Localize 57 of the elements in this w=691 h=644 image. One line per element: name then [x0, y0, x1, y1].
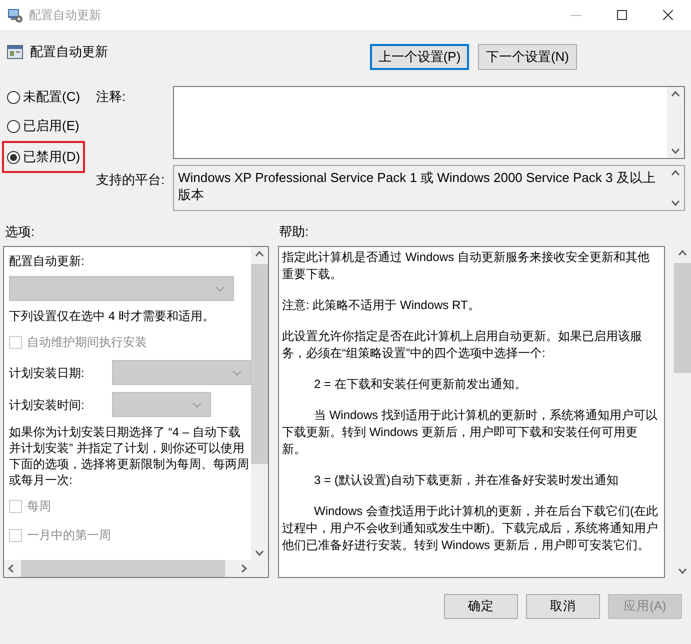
option-text: 如果你为计划安装日期选择了 “4 – 自动下载并计划安装” 并指定了计划，则你还可以使用下面的选项，选择将更新限制为每周、每两周或每月一次:	[9, 424, 250, 488]
help-paragraph: 3 = (默认设置)自动下载更新，并在准备好安装时发出通知	[313, 472, 620, 489]
setting-title: 配置自动更新	[30, 43, 109, 61]
horizontal-scrollbar[interactable]	[4, 560, 251, 577]
option-text: 配置自动更新:	[9, 253, 86, 269]
options-label: 选项:	[5, 223, 36, 241]
scroll-down-icon	[671, 148, 680, 154]
scroll-up-icon	[678, 250, 687, 256]
help-paragraph: Windows 会查找适用于此计算机的更新，并在后台下载它们(在此过程中，用户不会收到通知或发生中断)。下载完成后，系统将通知用户他们已准备好进行安装。转到 Windows 更新后，用户即可安装它们。	[282, 503, 660, 554]
dialog-button[interactable]: 取消	[526, 594, 600, 619]
radio-button[interactable]: 未配置(C)	[4, 85, 84, 109]
chevron-down-icon	[192, 402, 202, 408]
help-paragraph: 当 Windows 找到适用于此计算机的更新时，系统将通知用户可以下载更新。转到 Windows 更新后，用户即可下载和安装任何可用更新。	[282, 407, 658, 458]
scroll-up-icon	[255, 251, 264, 257]
checkbox-icon	[9, 336, 22, 348]
scrollbar-thumb[interactable]	[251, 264, 268, 464]
option-text: 下列设置仅在选中 4 时才需要和适用。	[9, 308, 216, 324]
window-title: 配置自动更新	[29, 7, 101, 24]
platform-label: 支持的平台:	[96, 171, 166, 189]
radio-icon	[7, 150, 20, 164]
help-label: 帮助:	[279, 223, 309, 241]
vertical-scrollbar[interactable]	[251, 247, 268, 560]
scroll-down-icon	[671, 200, 680, 206]
help-paragraph: 指定此计算机是否通过 Windows 自动更新服务来接收安全更新和其他重要下载。	[282, 249, 650, 283]
scrollbar-thumb[interactable]	[21, 560, 225, 577]
checkbox-icon	[9, 528, 22, 542]
radio-button[interactable]: 已禁用(D)	[4, 143, 84, 171]
chevron-down-icon	[232, 370, 242, 376]
checkbox-icon	[9, 500, 22, 512]
scroll-right-icon	[241, 564, 247, 573]
comment-label: 注释:	[96, 88, 127, 106]
scroll-down-icon	[255, 550, 264, 556]
maximize-icon	[617, 10, 627, 20]
scroll-up-icon	[671, 91, 680, 97]
platform-text: Windows XP Professional Service Pack 1 或 Windows 2000 Service Pack 3 及以上版本	[177, 169, 656, 204]
policy-icon	[7, 44, 23, 60]
scrollbar-thumb[interactable]	[674, 263, 691, 373]
chevron-down-icon	[215, 286, 225, 292]
field-label: 计划安装日期:	[9, 364, 86, 382]
scroll-left-icon	[8, 564, 14, 573]
field-label: 计划安装时间:	[9, 396, 86, 414]
help-paragraph: 注意: 此策略不适用于 Windows RT。	[282, 297, 481, 314]
scroll-up-icon	[671, 170, 680, 176]
computer-gear-icon	[7, 7, 23, 23]
help-paragraph: 此设置允许你指定是否在此计算机上启用自动更新。如果已启用该服务，必须在“组策略设置”中的四个选项中选择一个:	[282, 328, 643, 362]
scroll-down-icon	[678, 568, 687, 574]
dialog-button[interactable]: 确定	[444, 594, 518, 619]
help-paragraph: 2 = 在下载和安装任何更新前发出通知。	[313, 376, 528, 393]
comment-field[interactable]	[173, 86, 685, 159]
radio-icon	[7, 90, 20, 104]
nav-button[interactable]: 下一个设置(N)	[478, 44, 577, 70]
minimize-icon	[571, 14, 581, 16]
radio-icon	[7, 120, 20, 132]
close-icon	[663, 10, 673, 20]
nav-button[interactable]: 上一个设置(P)	[370, 44, 469, 70]
radio-button[interactable]: 已启用(E)	[4, 114, 82, 138]
vertical-scrollbar[interactable]	[667, 87, 684, 158]
